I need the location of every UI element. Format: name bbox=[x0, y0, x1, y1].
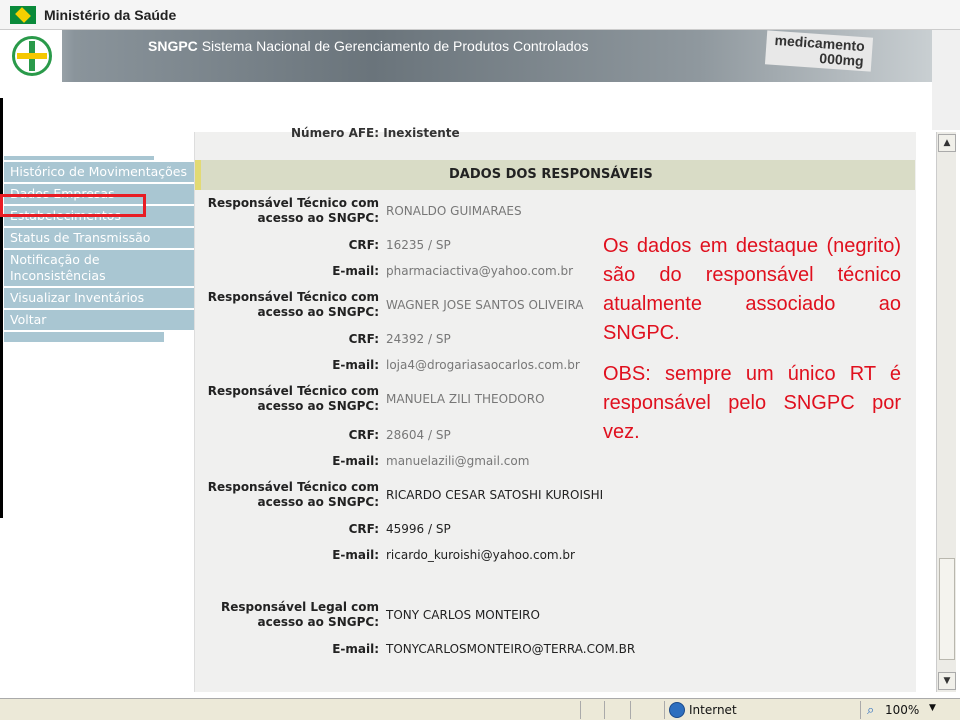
ministry-bar: Ministério da Saúde bbox=[0, 0, 960, 30]
status-bar: Internet ⌕ 100% ▼ bbox=[0, 698, 960, 720]
scroll-up-icon[interactable]: ▲ bbox=[938, 134, 956, 152]
brazil-flag-icon bbox=[10, 6, 36, 24]
rt-name: MANUELA ZILI THEODORO bbox=[386, 392, 545, 406]
email-label: E-mail: bbox=[332, 548, 379, 562]
globe-icon bbox=[669, 702, 685, 718]
email-value: pharmaciactiva@yahoo.com.br bbox=[386, 264, 574, 278]
email-label: E-mail: bbox=[332, 358, 379, 372]
email-label: E-mail: bbox=[332, 454, 379, 468]
crf-value: 16235 / SP bbox=[386, 238, 451, 252]
email-value: ricardo_kuroishi@yahoo.com.br bbox=[386, 548, 575, 562]
sngpc-logo-icon bbox=[12, 36, 52, 76]
menu-item-status-transmissao[interactable]: Status de Transmissão bbox=[4, 228, 194, 250]
rt-name: RICARDO CESAR SATOSHI KUROISHI bbox=[386, 488, 604, 502]
email-value: manuelazili@gmail.com bbox=[386, 454, 530, 468]
sngpc-banner: SNGPC Sistema Nacional de Gerenciamento … bbox=[0, 30, 932, 82]
vertical-scrollbar[interactable]: ▲ ▼ bbox=[936, 132, 956, 692]
highlight-box bbox=[0, 194, 146, 217]
rt-label: Responsável Técnico com acesso ao SNGPC: bbox=[207, 196, 379, 225]
security-zone: Internet bbox=[664, 701, 844, 719]
menu-item-inventarios[interactable]: Visualizar Inventários bbox=[4, 288, 194, 310]
annotation-note: Os dados em destaque (negrito) são do re… bbox=[603, 232, 901, 447]
sidebar-menu: Histórico de Movimentações Dados Empresa… bbox=[4, 156, 194, 342]
crf-label: CRF: bbox=[348, 428, 379, 442]
email-label: E-mail: bbox=[332, 642, 379, 656]
section-title: DADOS DOS RESPONSÁVEIS bbox=[449, 167, 653, 182]
chevron-down-icon[interactable]: ▼ bbox=[929, 703, 936, 713]
zoom-icon: ⌕ bbox=[867, 703, 875, 718]
sngpc-full-name: Sistema Nacional de Gerenciamento de Pro… bbox=[201, 38, 589, 54]
scroll-thumb[interactable] bbox=[939, 558, 955, 660]
legal-label: Responsável Legal com acesso ao SNGPC: bbox=[220, 600, 379, 629]
rt-label: Responsável Técnico com acesso ao SNGPC: bbox=[207, 384, 379, 413]
crf-label: CRF: bbox=[348, 238, 379, 252]
ministry-title: Ministério da Saúde bbox=[44, 7, 177, 23]
crf-value: 45996 / SP bbox=[386, 522, 451, 536]
zone-label: Internet bbox=[689, 703, 737, 717]
legal-email: TONYCARLOSMONTEIRO@TERRA.COM.BR bbox=[386, 642, 636, 656]
section-header: DADOS DOS RESPONSÁVEIS bbox=[195, 160, 915, 190]
menu-item-historico[interactable]: Histórico de Movimentações bbox=[4, 162, 194, 184]
rt-label: Responsável Técnico com acesso ao SNGPC: bbox=[207, 480, 379, 509]
menu-item-notificacao[interactable]: Notificação de Inconsistências bbox=[4, 250, 194, 288]
annotation-obs: OBS: sempre um único RT é responsável pe… bbox=[603, 363, 901, 443]
email-value: loja4@drogariasaocarlos.com.br bbox=[386, 358, 580, 372]
rt-name: WAGNER JOSE SANTOS OLIVEIRA bbox=[386, 298, 584, 312]
email-label: E-mail: bbox=[332, 264, 379, 278]
menu-item-voltar[interactable]: Voltar bbox=[4, 310, 194, 332]
zoom-control[interactable]: ⌕ 100% ▼ bbox=[860, 701, 958, 719]
crf-label: CRF: bbox=[348, 332, 379, 346]
sngpc-acronym: SNGPC bbox=[148, 38, 198, 54]
scroll-down-icon[interactable]: ▼ bbox=[938, 672, 956, 690]
afe-row: Número AFE: Inexistente bbox=[291, 126, 460, 140]
banner-medicine-label: medicamento 000mg bbox=[764, 30, 874, 72]
zoom-level: 100% bbox=[885, 703, 920, 717]
crf-label: CRF: bbox=[348, 522, 379, 536]
crf-value: 28604 / SP bbox=[386, 428, 451, 442]
banner-title: SNGPC Sistema Nacional de Gerenciamento … bbox=[148, 38, 588, 54]
rt-label: Responsável Técnico com acesso ao SNGPC: bbox=[207, 290, 379, 319]
crf-value: 24392 / SP bbox=[386, 332, 451, 346]
annotation-text: Os dados em destaque (negrito) são do re… bbox=[603, 235, 901, 344]
legal-name: TONY CARLOS MONTEIRO bbox=[386, 608, 540, 622]
rt-name: RONALDO GUIMARAES bbox=[386, 204, 522, 218]
